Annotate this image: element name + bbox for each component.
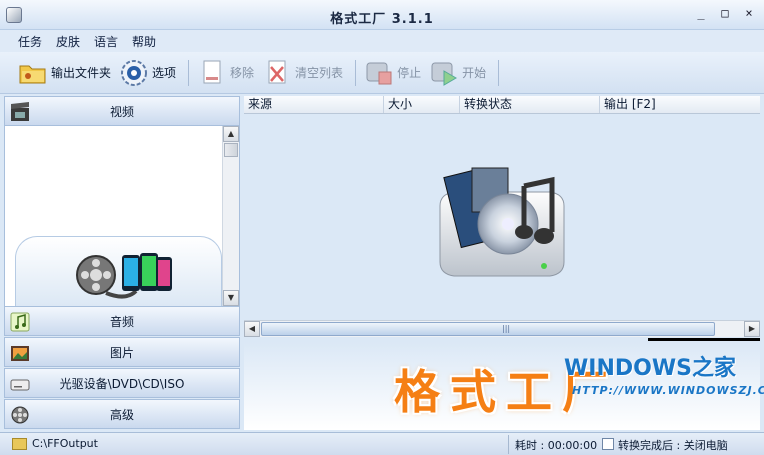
separator-line [648, 338, 760, 341]
task-list-hscrollbar[interactable]: ◀ ||| ▶ [244, 320, 760, 337]
toolbar-separator [498, 59, 500, 86]
task-list-body[interactable] [244, 114, 760, 320]
optical-drive-icon [10, 374, 30, 394]
video-devices-icon [76, 253, 172, 299]
window-title: 格式工厂 3.1.1 [330, 12, 434, 27]
banner-area: 格式工厂 WINDOWS之家 HTTP://WWW.WINDOWSZJ.COM/ [244, 342, 764, 430]
stop-icon [364, 58, 394, 88]
category-audio[interactable]: 音频 [4, 306, 240, 336]
column-size[interactable]: 大小 [384, 96, 460, 113]
category-image-label: 图片 [109, 345, 134, 360]
clear-list-icon [262, 58, 292, 88]
picture-icon [10, 343, 30, 363]
toolbar-separator [355, 59, 357, 86]
start-label: 开始 [462, 66, 487, 80]
menu-task[interactable]: 任务 [18, 33, 42, 50]
toolbar: 输出文件夹 选项 移除 清空列表 停止 开始 [0, 52, 764, 94]
minimize-button[interactable]: _ [694, 6, 708, 20]
category-advanced-label: 高级 [109, 407, 134, 422]
task-list-header: 来源 大小 转换状态 输出 [F2] [244, 96, 760, 114]
remove-document-icon [197, 58, 227, 88]
column-source[interactable]: 来源 [244, 96, 384, 113]
menu-skin[interactable]: 皮肤 [56, 33, 80, 50]
scroll-down-arrow-icon[interactable]: ▼ [223, 290, 239, 306]
watermark-title: WINDOWS之家 [564, 356, 736, 381]
film-reel-icon [10, 405, 30, 425]
remove-button[interactable]: 移除 [195, 56, 260, 90]
window-controls: _ □ × [694, 6, 756, 20]
stop-button[interactable]: 停止 [362, 56, 427, 90]
category-image[interactable]: 图片 [4, 337, 240, 367]
folder-icon [18, 58, 48, 88]
music-note-icon [10, 312, 30, 332]
video-list-scrollbar[interactable]: ▲ ▼ [222, 126, 239, 306]
category-video[interactable]: 视频 [4, 96, 240, 126]
after-convert-label: 转换完成后 : 关闭电脑 [618, 439, 728, 452]
grip-icon: ||| [502, 324, 511, 333]
clear-list-label: 清空列表 [295, 66, 344, 80]
category-panel: 视频 ▲ ▼ 音频 图片 光驱设备\DVD\CD\ISO 高级 [4, 96, 240, 430]
start-play-icon [429, 58, 459, 88]
options-gear-icon [119, 58, 149, 88]
scroll-up-arrow-icon[interactable]: ▲ [223, 126, 239, 142]
status-bar: C:\FFOutput 耗时 : 00:00:00 转换完成后 : 关闭电脑 [0, 432, 764, 455]
toolbar-separator [188, 59, 190, 86]
category-optical[interactable]: 光驱设备\DVD\CD\ISO [4, 368, 240, 398]
format-factory-logo-icon [439, 167, 565, 277]
category-video-label: 视频 [109, 104, 134, 119]
hscroll-thumb[interactable]: ||| [261, 322, 715, 336]
scroll-right-arrow-icon[interactable]: ▶ [744, 321, 760, 337]
maximize-button[interactable]: □ [718, 6, 732, 20]
output-path: C:\FFOutput [32, 437, 98, 450]
category-optical-label: 光驱设备\DVD\CD\ISO [59, 376, 185, 391]
scroll-left-arrow-icon[interactable]: ◀ [244, 321, 260, 337]
column-status[interactable]: 转换状态 [460, 96, 600, 113]
output-folder-label: 输出文件夹 [51, 66, 112, 80]
options-button[interactable]: 选项 [117, 56, 182, 90]
stop-label: 停止 [397, 66, 422, 80]
elapsed-time: 耗时 : 00:00:00 [515, 439, 598, 452]
scroll-thumb[interactable] [224, 143, 238, 157]
remove-label: 移除 [230, 66, 255, 80]
video-format-card[interactable] [15, 236, 222, 306]
category-audio-label: 音频 [109, 314, 134, 329]
close-button[interactable]: × [742, 6, 756, 20]
column-output[interactable]: 输出 [F2] [600, 96, 760, 113]
options-label: 选项 [152, 66, 177, 80]
status-separator [508, 435, 509, 454]
task-list-panel: 来源 大小 转换状态 输出 [F2] ◀ ||| ▶ 格式工厂 WINDOWS之… [244, 96, 764, 430]
output-folder-button[interactable]: 输出文件夹 [16, 56, 117, 90]
start-button[interactable]: 开始 [427, 56, 492, 90]
menu-language[interactable]: 语言 [94, 33, 118, 50]
shutdown-checkbox[interactable] [602, 438, 614, 450]
category-advanced[interactable]: 高级 [4, 399, 240, 429]
menu-bar: 任务 皮肤 语言 帮助 [0, 30, 764, 52]
title-bar: 格式工厂 3.1.1 _ □ × [0, 0, 764, 30]
menu-help[interactable]: 帮助 [132, 33, 156, 50]
folder-icon[interactable] [12, 438, 27, 450]
clear-list-button[interactable]: 清空列表 [260, 56, 349, 90]
watermark-url: HTTP://WWW.WINDOWSZJ.COM/ [572, 384, 764, 397]
video-formats-list [5, 126, 223, 306]
video-formats-area: ▲ ▼ [4, 126, 240, 306]
film-clapper-icon [10, 102, 30, 122]
